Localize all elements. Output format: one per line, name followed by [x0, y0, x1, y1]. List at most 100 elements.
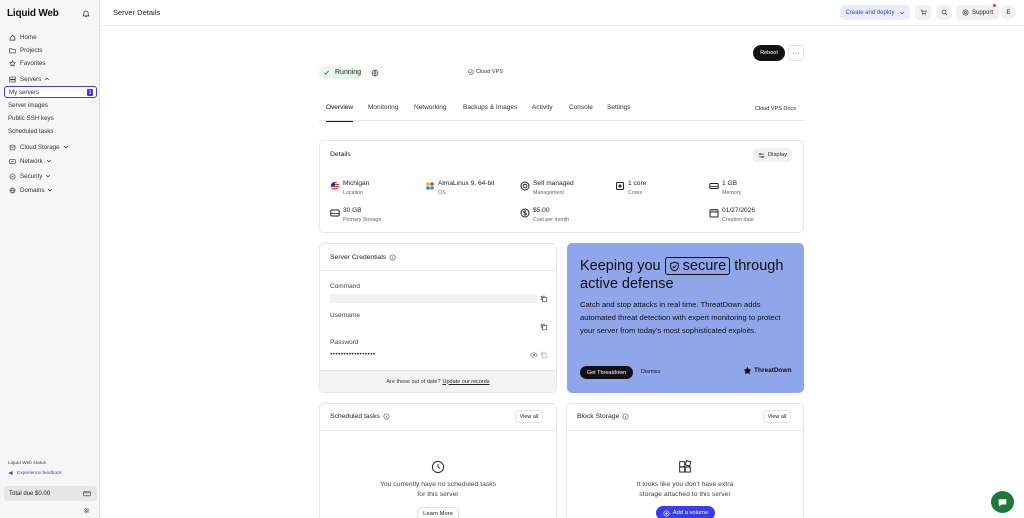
promo-headline: Keeping you secure through active defens… — [580, 257, 795, 293]
cloud-vps-docs-link[interactable]: Cloud VPS Docs — [755, 106, 796, 112]
tab-monitoring[interactable]: Monitoring — [368, 104, 398, 111]
support-button[interactable]: Support — [956, 5, 999, 20]
logo-text: ThreatDown — [754, 367, 792, 374]
status-badge: Running — [319, 66, 363, 79]
headline-pre: Keeping you — [580, 258, 661, 274]
sidebar-item-label: Server images — [8, 101, 48, 109]
sidebar-item-domains[interactable]: Domains — [4, 184, 97, 196]
support-ring-icon — [520, 181, 530, 191]
footer-text: Are these out of date? — [386, 378, 441, 385]
cart-button[interactable] — [915, 5, 931, 20]
sliders-icon — [758, 152, 765, 159]
credit-card-icon — [83, 490, 91, 497]
display-button[interactable]: Display — [753, 148, 792, 162]
tab-backups-images[interactable]: Backups & Images — [463, 104, 517, 111]
threatdown-mark-icon — [743, 366, 752, 375]
detail-label: Cost per month — [533, 217, 570, 223]
feedback-label: Experience feedback — [17, 470, 62, 476]
create-label: Create and deploy — [845, 9, 895, 16]
tab-console[interactable]: Console — [569, 104, 593, 111]
copy-icon[interactable] — [540, 323, 548, 331]
notification-dot — [993, 4, 996, 7]
chevron-down-icon — [899, 10, 905, 16]
globe-icon[interactable] — [371, 69, 379, 77]
learn-more-button[interactable]: Learn More — [417, 507, 459, 518]
topbar: Server Details Create and deploy Support… — [101, 0, 1024, 26]
divider — [320, 270, 556, 271]
sidebar-item-servers[interactable]: Servers — [4, 73, 97, 85]
sidebar-item-my-servers[interactable]: My servers 1 — [4, 86, 97, 98]
chat-button[interactable] — [991, 491, 1014, 513]
gear-icon[interactable] — [83, 507, 90, 514]
sidebar-item-label: Favorites — [20, 59, 46, 67]
sidebar-item-home[interactable]: Home — [4, 31, 97, 43]
info-icon[interactable] — [389, 254, 396, 261]
details-title: Details — [330, 151, 351, 158]
total-due-label: Total due $0.00 — [9, 490, 51, 497]
avatar[interactable]: E — [1001, 5, 1016, 20]
info-icon[interactable] — [622, 413, 629, 420]
sidebar-item-security[interactable]: Security — [4, 170, 97, 182]
feedback-link[interactable]: Experience feedback — [8, 470, 62, 476]
sidebar-item-server-images[interactable]: Server images — [4, 99, 97, 111]
blocks-icon — [678, 460, 692, 474]
reboot-button[interactable]: Reboot — [753, 45, 785, 61]
add-volume-button[interactable]: Add a volume — [656, 506, 715, 518]
sidebar-item-label: Cloud Storage — [20, 143, 60, 151]
command-field[interactable] — [330, 294, 537, 303]
add-volume-label: Add a volume — [672, 510, 709, 516]
sidebar-item-projects[interactable]: Projects — [4, 44, 97, 56]
detail-memory: 1 GB Memory — [709, 180, 741, 196]
dollar-icon — [520, 208, 530, 218]
detail-management: Self managed Management — [520, 180, 574, 196]
detail-cost: $5.00 Cost per month — [520, 207, 569, 223]
headline-secure: secure — [682, 258, 727, 275]
copy-icon[interactable] — [540, 351, 548, 359]
sidebar-item-scheduled-tasks[interactable]: Scheduled tasks — [4, 125, 97, 137]
status-link[interactable]: Liquid Web status — [8, 461, 46, 466]
view-all-button[interactable]: View all — [515, 410, 543, 423]
detail-value: 1 core — [628, 180, 647, 187]
get-threatdown-button[interactable]: Get Threatdown — [580, 366, 633, 379]
update-records-link[interactable]: Update our records — [443, 379, 490, 385]
folder-icon — [8, 46, 16, 54]
more-options-button[interactable]: ··· — [788, 45, 804, 61]
threatdown-promo: Keeping you secure through active defens… — [567, 243, 804, 393]
sidebar-item-network[interactable]: Network — [4, 155, 97, 167]
tab-settings[interactable]: Settings — [607, 104, 631, 111]
sidebar-item-favorites[interactable]: Favorites — [4, 57, 97, 69]
check-icon — [323, 69, 330, 76]
detail-label: Primary Storage — [343, 217, 382, 223]
dismiss-button[interactable]: Dismiss — [641, 369, 660, 375]
logo[interactable]: Liquid Web — [7, 8, 59, 19]
sidebar-item-label: Home — [20, 33, 37, 41]
sidebar-item-label: Domains — [20, 186, 45, 194]
total-due[interactable]: Total due $0.00 — [4, 486, 97, 501]
us-flag-icon — [330, 181, 340, 191]
tab-networking[interactable]: Networking — [414, 104, 447, 111]
eye-icon[interactable] — [530, 351, 538, 359]
create-and-deploy-button[interactable]: Create and deploy — [840, 5, 910, 20]
scheduled-title-text: Scheduled tasks — [330, 413, 380, 420]
calendar-icon — [709, 208, 719, 218]
help-circle-icon — [962, 9, 969, 16]
search-button[interactable] — [936, 5, 952, 20]
detail-value: Self managed — [533, 180, 574, 187]
chevron-up-icon — [44, 76, 50, 82]
tab-overview[interactable]: Overview — [326, 104, 354, 122]
chevron-down-icon — [46, 158, 52, 164]
tab-activity[interactable]: Activity — [532, 104, 553, 111]
memory-icon — [709, 181, 719, 191]
view-all-button[interactable]: View all — [763, 410, 791, 423]
copy-icon[interactable] — [540, 295, 548, 303]
credentials-title-text: Server Credentials — [330, 254, 387, 261]
sidebar-item-cloud-storage[interactable]: Cloud Storage — [4, 141, 97, 153]
bell-icon[interactable] — [82, 10, 90, 18]
block-storage-empty-text: It looks like you don't have extra stora… — [636, 481, 734, 498]
detail-location: Michigan Location — [330, 180, 369, 196]
promo-body: Catch and stop attacks in real time. Thr… — [580, 300, 781, 335]
detail-cores: 1 core Cores — [615, 180, 646, 196]
almalinux-icon — [425, 181, 435, 191]
info-icon[interactable] — [383, 413, 390, 420]
sidebar-item-public-ssh-keys[interactable]: Public SSH keys — [4, 112, 97, 124]
